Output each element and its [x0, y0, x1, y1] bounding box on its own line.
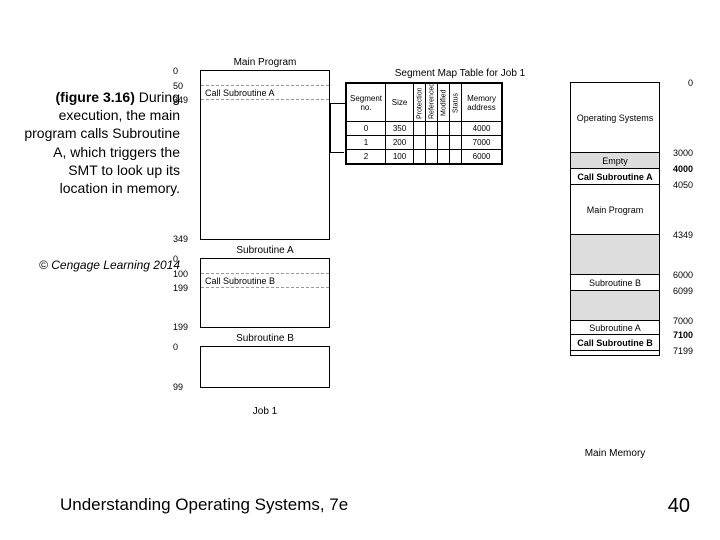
smt-cell [438, 122, 450, 136]
segment-row: 0 [201, 259, 329, 273]
smt-cell [450, 122, 462, 136]
memory-address: 7000 [673, 316, 693, 326]
segment-row: 0 [201, 347, 329, 387]
segment-title: Subroutine B [201, 333, 329, 344]
smt-cell [438, 150, 450, 164]
figure-body: During execution, the main program calls… [24, 89, 180, 196]
smt-cell: 6000 [462, 150, 502, 164]
memory-block: 6099 [571, 291, 659, 321]
segment-offset-tick: 0 [173, 254, 178, 264]
memory-block: Empty3000 [571, 153, 659, 169]
smt-header: Status [450, 84, 462, 122]
memory-block: 7199 [571, 351, 659, 355]
memory-address: 7100 [673, 330, 693, 340]
memory-block: Main Program4050 [571, 185, 659, 235]
smt-cell: 7000 [462, 136, 502, 150]
memory-address: 0 [688, 78, 693, 88]
memory-address: 6000 [673, 270, 693, 280]
memory-block: Call Subroutine B7100 [571, 335, 659, 351]
memory-address: 3000 [673, 148, 693, 158]
smt-cell [414, 150, 426, 164]
figure-title: (figure 3.16) [56, 89, 135, 105]
smt-header: Protection [414, 84, 426, 122]
segment-block: Main Program0Call Subroutine A50349349 [200, 70, 330, 240]
connector-line [330, 103, 331, 153]
smt-header: Segment no. [347, 84, 386, 122]
connector-line [330, 152, 344, 153]
segment-offset-tick: 0 [173, 66, 178, 76]
smt-cell: 4000 [462, 122, 502, 136]
smt-cell [426, 136, 438, 150]
segment-row: Call Subroutine B100 [201, 273, 329, 287]
segment-title: Main Program [201, 57, 329, 68]
segment-row: 0 [201, 71, 329, 85]
smt-cell [450, 150, 462, 164]
memory-address: 4000 [673, 164, 693, 174]
smt-cell [426, 150, 438, 164]
figure-caption: (figure 3.16) During execution, the main… [20, 88, 180, 197]
segment-block: Subroutine B099 [200, 346, 330, 388]
segment-offset-tick: 199 [173, 322, 188, 332]
memory-address: 4050 [673, 180, 693, 190]
smt-cell [450, 136, 462, 150]
segment-offset-tick: 349 [173, 234, 188, 244]
smt-cell [426, 122, 438, 136]
job-label: Job 1 [200, 406, 330, 417]
smt-cell: 200 [386, 136, 414, 150]
segment-map-table: Segment no.SizeProtectionReferencedModif… [345, 82, 503, 165]
segment-offset-tick: 349 [173, 95, 188, 105]
segment-offset-tick: 99 [173, 382, 183, 392]
memory-address: 7199 [673, 346, 693, 356]
smt-cell: 2 [347, 150, 386, 164]
segment-row: 199 [201, 287, 329, 327]
memory-block: 4349 [571, 235, 659, 275]
page-number: 40 [668, 495, 690, 518]
segment-block: Subroutine A0Call Subroutine B100199199 [200, 258, 330, 328]
smt-header: Modified [438, 84, 450, 122]
book-title: Understanding Operating Systems, 7e [60, 495, 348, 515]
smt-title: Segment Map Table for Job 1 [345, 68, 575, 79]
smt-cell [414, 136, 426, 150]
smt-cell: 0 [347, 122, 386, 136]
segment-offset-tick: 100 [173, 269, 188, 279]
segment-title: Subroutine A [201, 245, 329, 256]
job-segments-column: Main Program0Call Subroutine A50349349Su… [200, 70, 330, 417]
memory-block: Call Subroutine A4000 [571, 169, 659, 185]
smt-header: Referenced [426, 84, 438, 122]
segment-offset-tick: 50 [173, 81, 183, 91]
segment-offset-tick: 0 [173, 342, 178, 352]
smt-header: Size [386, 84, 414, 122]
segment-offset-tick: 199 [173, 283, 188, 293]
memory-address: 4349 [673, 230, 693, 240]
connector-line [330, 103, 345, 104]
smt-cell [414, 122, 426, 136]
smt-cell: 350 [386, 122, 414, 136]
memory-address: 6099 [673, 286, 693, 296]
smt-cell: 100 [386, 150, 414, 164]
smt-header: Memory address [462, 84, 502, 122]
main-memory-label: Main Memory [570, 448, 660, 459]
smt-cell [438, 136, 450, 150]
memory-block: Subroutine A7000 [571, 321, 659, 335]
memory-block: Subroutine B6000 [571, 275, 659, 291]
copyright-credit: © Cengage Learning 2014 [20, 258, 180, 274]
segment-row: Call Subroutine A50 [201, 85, 329, 99]
smt-cell: 1 [347, 136, 386, 150]
segment-row: 349 [201, 99, 329, 239]
main-memory-column: Operating Systems0Empty3000Call Subrouti… [570, 82, 660, 356]
memory-block: Operating Systems0 [571, 83, 659, 153]
